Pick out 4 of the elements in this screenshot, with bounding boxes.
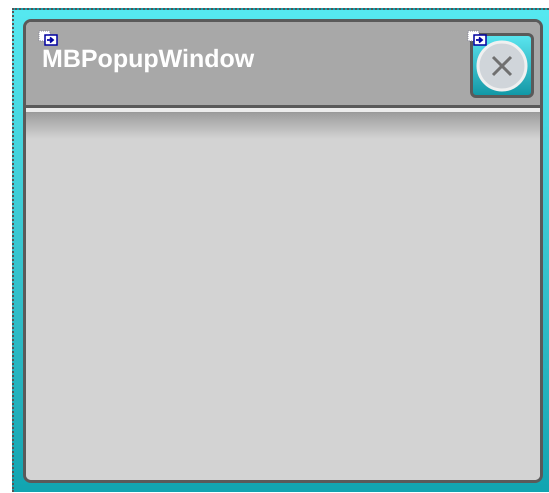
- link-icon: [38, 30, 58, 46]
- close-icon: [476, 40, 528, 92]
- close-button[interactable]: [470, 33, 534, 98]
- window-title: MBPopupWindow: [42, 47, 254, 72]
